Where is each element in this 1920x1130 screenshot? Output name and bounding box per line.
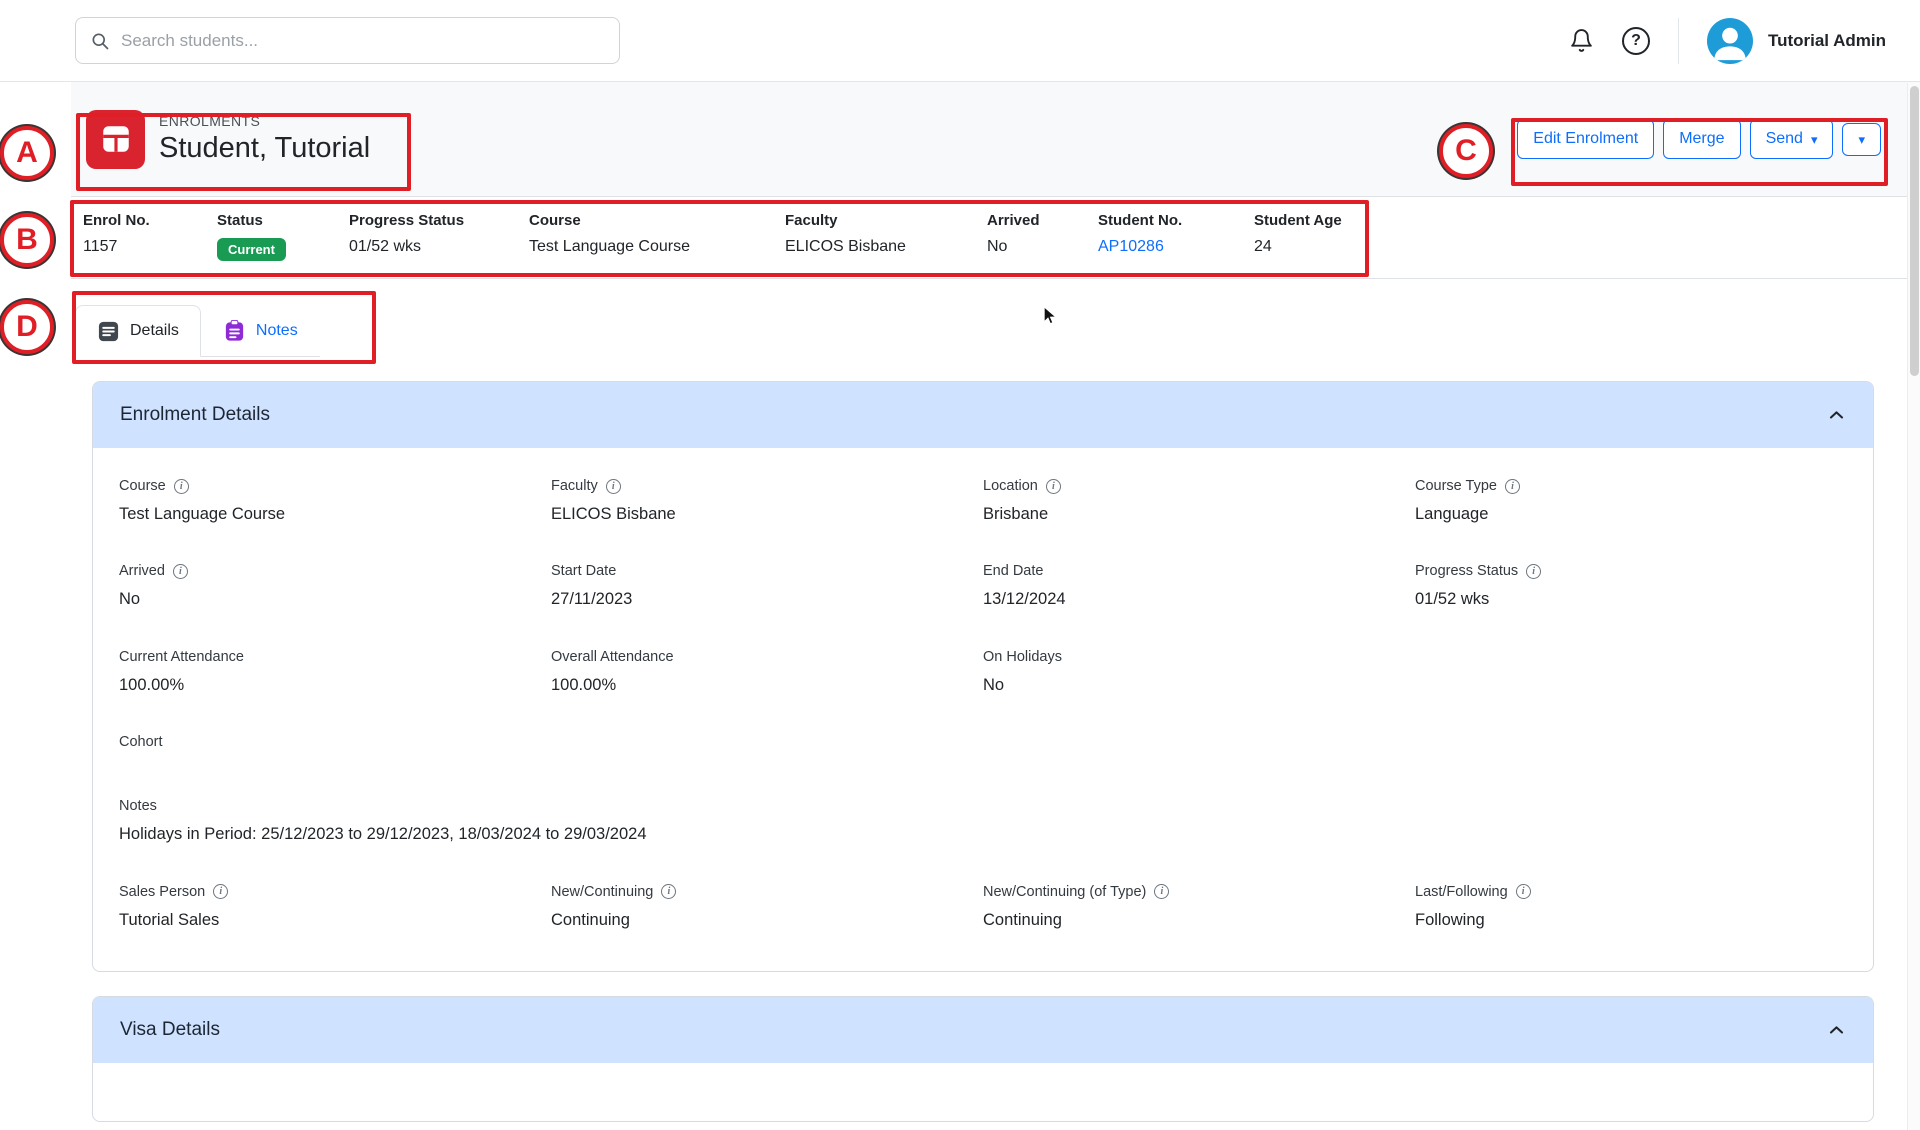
topbar: ? Tutorial Admin	[0, 0, 1920, 82]
enrolment-details-card-header[interactable]: Enrolment Details	[93, 382, 1873, 448]
collapse-chevron-icon[interactable]	[1827, 406, 1846, 425]
summary-item-student-age: Student Age 24	[1254, 212, 1350, 261]
field-sales-person: Sales Person i Tutorial Sales	[119, 884, 551, 931]
info-icon[interactable]: i	[661, 884, 676, 899]
send-caret-icon: ▾	[1811, 133, 1818, 146]
more-actions-dropdown-button[interactable]: ▾	[1842, 123, 1881, 156]
info-icon[interactable]: i	[606, 479, 621, 494]
page-header: ENROLMENTS Student, Tutorial Edit Enrolm…	[71, 82, 1920, 196]
field-overall-attendance: Overall Attendance 100.00%	[551, 649, 983, 696]
summary-item-student-no: Student No. AP10286	[1098, 212, 1254, 261]
status-badge: Current	[217, 238, 286, 261]
field-on-holidays: On Holidays No	[983, 649, 1415, 696]
search-icon	[90, 31, 110, 51]
field-new-continuing-of-type: New/Continuing (of Type) i Continuing	[983, 884, 1415, 931]
header-text: ENROLMENTS Student, Tutorial	[159, 113, 370, 165]
field-empty	[1415, 649, 1847, 696]
search-input[interactable]	[121, 31, 605, 51]
merge-button[interactable]: Merge	[1663, 119, 1740, 158]
scrollbar-thumb[interactable]	[1910, 86, 1919, 376]
annotation-letter-b: B	[0, 213, 54, 267]
page-scrollbar	[1907, 83, 1920, 1130]
summary-item-progress-status: Progress Status 01/52 wks	[349, 212, 529, 261]
field-last-following: Last/Following i Following	[1415, 884, 1847, 931]
summary-item-status: Status Current	[217, 212, 349, 261]
visa-details-card-header[interactable]: Visa Details	[93, 997, 1873, 1063]
info-icon[interactable]: i	[1154, 884, 1169, 899]
main-area: ENROLMENTS Student, Tutorial Edit Enrolm…	[71, 82, 1920, 1122]
tab-notes[interactable]: Notes	[201, 305, 320, 356]
enrolment-summary-bar: Enrol No. 1157 Status Current Progress S…	[71, 196, 1920, 279]
card-title: Enrolment Details	[120, 404, 270, 426]
annotation-letter-d: D	[0, 300, 54, 354]
module-eyebrow: ENROLMENTS	[159, 113, 370, 129]
collapse-chevron-icon[interactable]	[1827, 1021, 1846, 1040]
user-name: Tutorial Admin	[1768, 31, 1886, 51]
info-icon[interactable]: i	[213, 884, 228, 899]
details-tab-icon	[97, 320, 120, 343]
annotation-letter-a: A	[0, 126, 54, 180]
enrolment-details-card-body: Course i Test Language Course Faculty i …	[93, 448, 1873, 971]
field-cohort: Cohort	[119, 734, 1847, 760]
field-end-date: End Date 13/12/2024	[983, 563, 1415, 610]
tab-bar: Details Notes	[75, 305, 320, 357]
field-progress-status: Progress Status i 01/52 wks	[1415, 563, 1847, 610]
field-notes: Notes Holidays in Period: 25/12/2023 to …	[119, 798, 1847, 845]
info-icon[interactable]: i	[1046, 479, 1061, 494]
field-start-date: Start Date 27/11/2023	[551, 563, 983, 610]
visa-details-card: Visa Details	[92, 996, 1874, 1122]
visa-details-card-body	[93, 1063, 1873, 1121]
help-icon[interactable]: ?	[1622, 27, 1650, 55]
summary-item-arrived: Arrived No	[987, 212, 1098, 261]
notes-tab-icon	[223, 319, 246, 342]
info-icon[interactable]: i	[173, 564, 188, 579]
field-arrived: Arrived i No	[119, 563, 551, 610]
topbar-right: ? Tutorial Admin	[1569, 18, 1886, 64]
field-location: Location i Brisbane	[983, 478, 1415, 525]
enrolment-details-fields: Course i Test Language Course Faculty i …	[119, 478, 1847, 969]
field-new-continuing: New/Continuing i Continuing	[551, 884, 983, 931]
field-current-attendance: Current Attendance 100.00%	[119, 649, 551, 696]
info-icon[interactable]: i	[1526, 564, 1541, 579]
summary-item-course: Course Test Language Course	[529, 212, 785, 261]
student-search-box[interactable]	[75, 17, 620, 64]
content: Details Notes Enrolment Details	[71, 279, 1920, 1122]
send-button[interactable]: Send ▾	[1750, 119, 1834, 158]
tab-details[interactable]: Details	[75, 305, 201, 357]
info-icon[interactable]: i	[174, 479, 189, 494]
edit-enrolment-button[interactable]: Edit Enrolment	[1517, 119, 1654, 158]
field-faculty: Faculty i ELICOS Bisbane	[551, 478, 983, 525]
field-course-type: Course Type i Language	[1415, 478, 1847, 525]
page-title: Student, Tutorial	[159, 132, 370, 165]
header-actions: Edit Enrolment Merge Send ▾ ▾	[1517, 119, 1881, 158]
field-course: Course i Test Language Course	[119, 478, 551, 525]
card-title: Visa Details	[120, 1019, 220, 1041]
topbar-divider	[1678, 18, 1679, 64]
info-icon[interactable]: i	[1505, 479, 1520, 494]
enrolments-app-icon	[86, 110, 145, 169]
summary-item-enrol-no: Enrol No. 1157	[83, 212, 217, 261]
summary-item-faculty: Faculty ELICOS Bisbane	[785, 212, 987, 261]
dropdown-caret-icon: ▾	[1858, 133, 1865, 146]
avatar	[1707, 18, 1753, 64]
user-menu[interactable]: Tutorial Admin	[1707, 18, 1886, 64]
notifications-bell-icon[interactable]	[1569, 28, 1594, 53]
enrolment-details-card: Enrolment Details Course i Test Language…	[92, 381, 1874, 972]
info-icon[interactable]: i	[1516, 884, 1531, 899]
student-no-link[interactable]: AP10286	[1098, 238, 1164, 255]
